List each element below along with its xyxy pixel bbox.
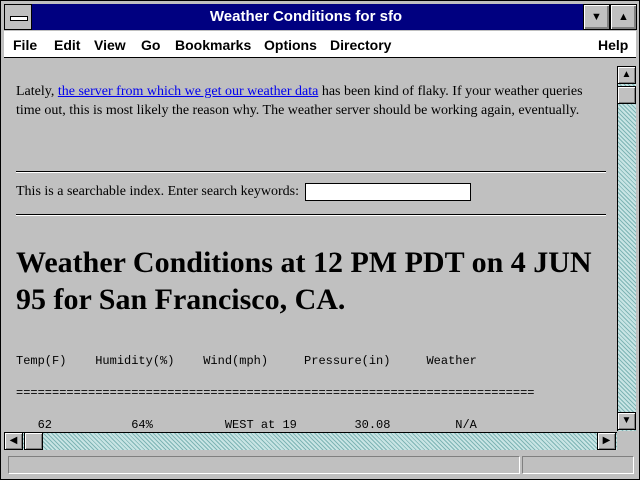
page-content: Lately, the server from which we get our… [4, 66, 615, 431]
search-label: This is a searchable index. Enter search… [16, 184, 300, 199]
divider-top [16, 171, 606, 173]
menu-go[interactable]: Go [141, 31, 160, 57]
horizontal-scrollbar[interactable]: ◀ ▶ [4, 432, 617, 450]
table-separator: ========================================… [16, 386, 535, 400]
search-input[interactable] [304, 182, 471, 201]
window-title: Weather Conditions for sfo [209, 8, 403, 25]
scroll-up-button[interactable]: ▲ [617, 66, 636, 84]
table-row: 62 64% WEST at 19 30.08 N/A [16, 418, 477, 431]
menu-bookmarks[interactable]: Bookmarks [175, 31, 251, 57]
notice-text-before: Lately, [16, 84, 58, 99]
browser-window: Weather Conditions for sfo ▼ ▲ File Edit… [0, 0, 640, 480]
minimize-button[interactable]: ▼ [583, 4, 610, 30]
menu-bar: File Edit View Go Bookmarks Options Dire… [4, 31, 636, 58]
status-bar [4, 453, 636, 476]
server-notice: Lately, the server from which we get our… [16, 82, 601, 120]
progress-indicator [522, 456, 634, 474]
system-menu-button[interactable] [4, 4, 32, 30]
menu-edit[interactable]: Edit [54, 31, 80, 57]
menu-file[interactable]: File [13, 31, 37, 57]
menu-directory[interactable]: Directory [330, 31, 391, 57]
menu-view[interactable]: View [94, 31, 126, 57]
search-row: This is a searchable index. Enter search… [16, 182, 471, 202]
status-text [8, 456, 520, 474]
menu-options[interactable]: Options [264, 31, 317, 57]
scrollbar-corner [617, 432, 636, 450]
maximize-button[interactable]: ▲ [610, 4, 637, 30]
horizontal-scroll-thumb[interactable] [24, 432, 43, 450]
scroll-right-button[interactable]: ▶ [597, 432, 616, 450]
weather-server-link[interactable]: the server from which we get our weather… [58, 84, 318, 99]
vertical-scrollbar[interactable]: ▲ ▼ [617, 66, 636, 431]
divider-bottom [16, 214, 606, 216]
table-header: Temp(F) Humidity(%) Wind(mph) Pressure(i… [16, 354, 477, 368]
menu-help[interactable]: Help [598, 31, 628, 57]
system-menu-icon [10, 16, 28, 21]
scroll-down-button[interactable]: ▼ [617, 412, 636, 430]
scroll-left-button[interactable]: ◀ [4, 432, 23, 450]
page-title: Weather Conditions at 12 PM PDT on 4 JUN… [16, 246, 592, 316]
vertical-scroll-thumb[interactable] [617, 86, 636, 104]
